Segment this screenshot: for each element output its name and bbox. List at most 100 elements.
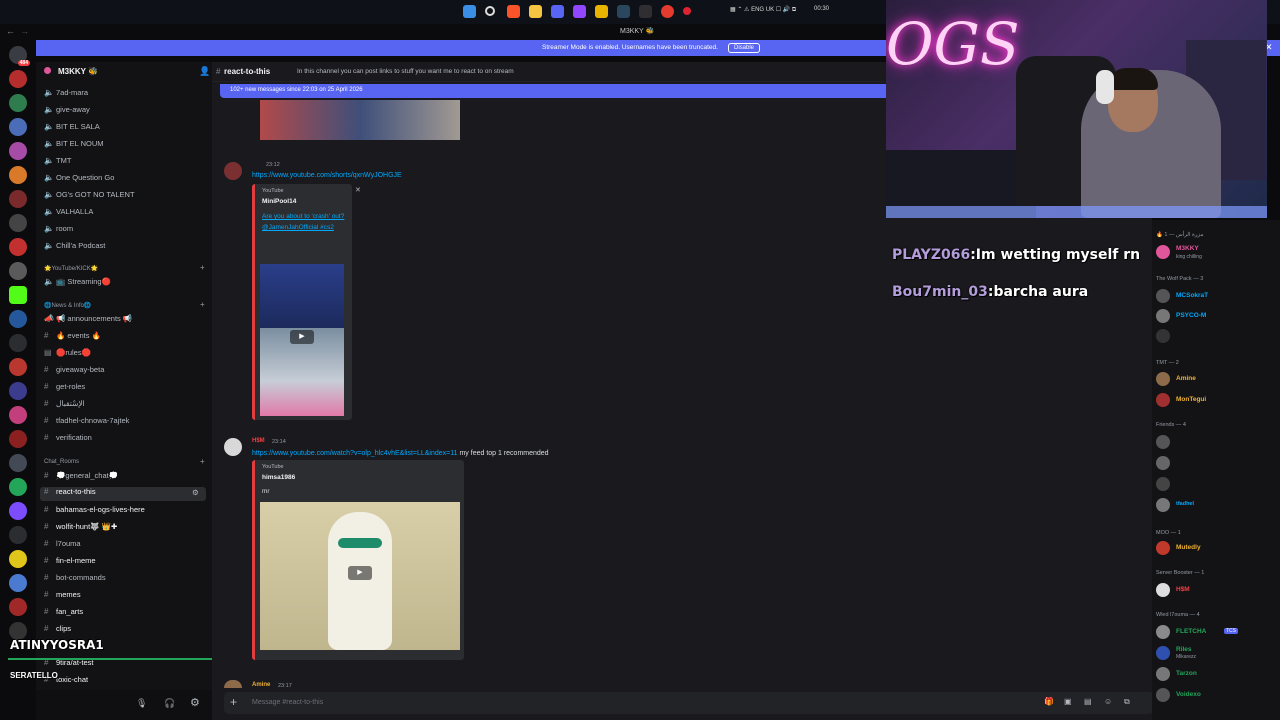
channel-item[interactable]: # verification	[44, 433, 92, 447]
server-icon[interactable]	[9, 334, 27, 352]
search-icon[interactable]	[485, 6, 495, 16]
member[interactable]: M3KKY king chilling	[1156, 244, 1276, 260]
channel-item[interactable]: # clips	[44, 624, 71, 638]
server-icon[interactable]	[9, 574, 27, 592]
category-chat[interactable]: Chat_Rooms	[44, 459, 79, 465]
member[interactable]: Tarzon	[1156, 666, 1276, 682]
avatar[interactable]	[224, 680, 242, 688]
server-icon[interactable]	[9, 502, 27, 520]
windows-start-icon[interactable]	[463, 5, 476, 18]
member[interactable]: Mutedly	[1156, 540, 1276, 556]
channel-item[interactable]: #9tira/at-test	[44, 658, 94, 672]
disable-button[interactable]: Disable	[728, 43, 761, 53]
channel-item[interactable]: 🔈 BIT EL SALA	[44, 122, 100, 136]
channel-item[interactable]: 🔈 7ad-mara	[44, 88, 88, 102]
channel-item[interactable]: 🔈 Chill'a Podcast	[44, 241, 105, 255]
message-input[interactable]: + Message #react-to-this 🎁 ▣ ▤ ☺ ⧉	[224, 692, 1154, 714]
server-icon[interactable]	[9, 478, 27, 496]
channel-item[interactable]: 🔈 room	[44, 224, 73, 238]
member[interactable]: Amine	[1156, 371, 1276, 387]
back-icon[interactable]: ←	[6, 26, 15, 36]
category-news[interactable]: 🌐News & Info🌐	[44, 302, 91, 309]
emoji-icon[interactable]: ☺	[1104, 697, 1114, 707]
steam-icon[interactable]	[617, 5, 630, 18]
channel-item[interactable]: 🔈 TMT	[44, 156, 71, 170]
embed-author[interactable]: himsa1986	[262, 474, 295, 481]
system-tray[interactable]: ▦ ⌃ ⚠ ENG UK ☐ 🔊 ⧉	[730, 6, 796, 14]
server-icon[interactable]	[9, 358, 27, 376]
shield-app-icon[interactable]	[595, 5, 608, 18]
member[interactable]: Voidexo	[1156, 687, 1276, 703]
server-icon[interactable]	[9, 94, 27, 112]
server-icon[interactable]	[9, 550, 27, 568]
channel-item[interactable]: # fin-el-meme	[44, 556, 96, 570]
server-icon[interactable]	[9, 238, 27, 256]
embed-provider[interactable]: YouTube	[262, 464, 284, 470]
member[interactable]: tfadhel	[1156, 497, 1276, 513]
channel-item[interactable]: # fan_arts	[44, 607, 83, 621]
message-username[interactable]: H$M	[252, 438, 265, 444]
add-channel-icon[interactable]: +	[200, 457, 205, 466]
channel-item[interactable]: # wolfit-hunt🐺 👑✚	[44, 522, 117, 536]
clock[interactable]: 00:30	[814, 6, 829, 12]
server-icon[interactable]	[9, 598, 27, 616]
channel-item-active[interactable]: # react-to-this ⚙	[40, 487, 206, 501]
pin-icon[interactable]	[683, 7, 691, 15]
member[interactable]	[1156, 455, 1276, 471]
channel-item[interactable]: 🔈 BIT EL NOUM	[44, 139, 104, 153]
obs-icon[interactable]	[639, 5, 652, 18]
server-icon[interactable]	[9, 454, 27, 472]
channel-item[interactable]: 🔈 give-away	[44, 105, 90, 119]
server-icon[interactable]	[9, 406, 27, 424]
channel-topic[interactable]: In this channel you can post links to st…	[297, 68, 514, 75]
channel-item[interactable]: # 💭general_chat💭	[44, 471, 118, 485]
attach-icon[interactable]: +	[230, 695, 237, 709]
sticker-icon[interactable]: ▤	[1084, 697, 1094, 707]
brave-icon[interactable]	[507, 5, 520, 18]
server-icon[interactable]	[9, 142, 27, 160]
message-link[interactable]: https://www.youtube.com/shorts/qxnWyJOHG…	[252, 172, 402, 179]
member[interactable]: H$M	[1156, 582, 1276, 598]
channel-item[interactable]: # bot-commands	[44, 573, 106, 587]
channel-settings-icon[interactable]: ⚙	[192, 488, 199, 497]
embed-title[interactable]: mr	[262, 488, 270, 495]
avatar[interactable]	[224, 438, 242, 456]
server-name[interactable]: M3KKY 🐝	[58, 67, 98, 76]
channel-item[interactable]: # memes	[44, 590, 81, 604]
embed-title[interactable]: Are you about to 'crash' out? @JamenJahO…	[262, 211, 352, 233]
channel-item[interactable]: # l7ouma	[44, 539, 81, 553]
kick-server-icon[interactable]	[9, 286, 27, 304]
member[interactable]: PSYCO-M	[1156, 308, 1276, 324]
server-icon[interactable]	[9, 166, 27, 184]
server-icon[interactable]	[9, 382, 27, 400]
category-youtube[interactable]: 🌟YouTube/KICK🌟	[44, 265, 98, 272]
play-icon[interactable]: ▶	[290, 330, 314, 344]
app-icon[interactable]	[573, 5, 586, 18]
microphone-icon[interactable]: 🎙	[136, 698, 147, 709]
member[interactable]: Riles Mikarezz	[1156, 645, 1276, 661]
headphones-icon[interactable]: 🎧	[164, 698, 175, 709]
message-username[interactable]: Amine	[252, 682, 270, 688]
channel-item[interactable]: # 🔥 events 🔥	[44, 331, 101, 345]
channel-item[interactable]: # bahamas-el-ogs-lives-here	[44, 505, 145, 519]
home-server[interactable]: 484	[9, 46, 30, 66]
previous-media[interactable]	[260, 100, 460, 140]
add-member-icon[interactable]: 👤	[199, 66, 210, 77]
gif-icon[interactable]: ▣	[1064, 697, 1074, 707]
user-settings-icon[interactable]: ⚙	[190, 696, 200, 709]
folder-icon[interactable]	[529, 5, 542, 18]
message-link[interactable]: https://www.youtube.com/watch?v=olp_hlc4…	[252, 450, 458, 457]
channel-item[interactable]: ▤ 🛑rules🛑	[44, 348, 91, 362]
member[interactable]	[1156, 434, 1276, 450]
discord-taskbar-icon[interactable]	[551, 5, 564, 18]
video-thumbnail[interactable]	[260, 264, 344, 328]
avatar[interactable]	[224, 162, 242, 180]
channel-item[interactable]: 📣 📢 announcements 📢	[44, 314, 132, 328]
channel-item[interactable]: 🔈 OG's GOT NO TALENT	[44, 190, 135, 204]
close-icon[interactable]: ✕	[355, 186, 361, 194]
channel-item[interactable]: 🔈 One Question Go	[44, 173, 114, 187]
server-icon[interactable]	[9, 262, 27, 280]
member[interactable]	[1156, 328, 1276, 344]
apps-icon[interactable]: ⧉	[1124, 697, 1134, 707]
channel-item[interactable]: 🔈 📺 Streaming🔴	[44, 277, 111, 291]
